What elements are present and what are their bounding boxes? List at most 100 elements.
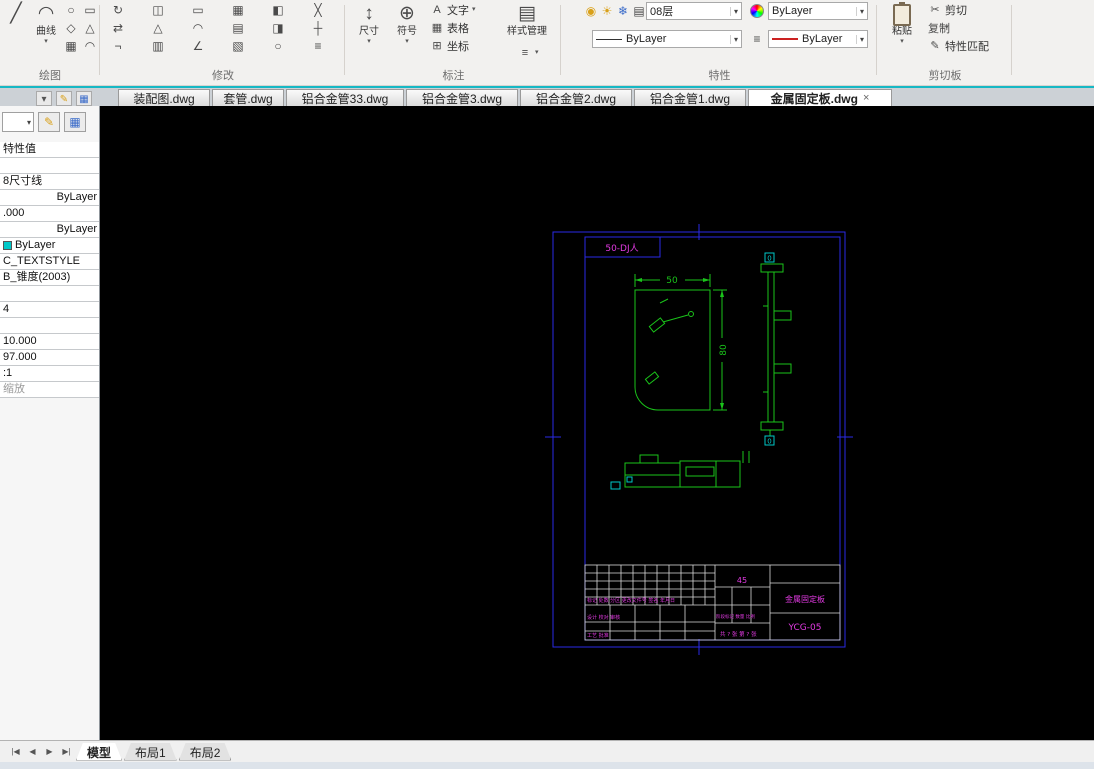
modify-tool-icon[interactable]: ⇄ — [109, 20, 127, 36]
draw-tool-icon[interactable]: ▦ — [62, 38, 80, 54]
layer-combo[interactable]: 08层 ▾ — [646, 2, 742, 20]
modify-tool-icon[interactable]: ▭ — [189, 2, 207, 18]
lineweight-icon[interactable]: ≡ — [748, 31, 766, 47]
curve-label: 曲线 — [36, 26, 56, 37]
lineweight-combo[interactable]: ByLayer ▾ — [768, 30, 868, 48]
doc-tab[interactable]: 铝合金管2.dwg — [520, 89, 632, 107]
doc-tab[interactable]: 铝合金管3.dwg — [406, 89, 518, 107]
property-value: 8尺寸线 — [3, 175, 43, 187]
paste-button[interactable]: 粘贴 ▾ — [884, 2, 920, 62]
line-icon: ╱ — [10, 3, 22, 24]
property-row[interactable]: .000 — [0, 206, 99, 222]
symbol-icon: ⊕ — [399, 3, 415, 24]
match-properties-button[interactable]: ✎ 特性匹配 — [928, 37, 989, 54]
ribbon-section-clipboard: 粘贴 ▾ ✂ 剪切 复制 ▾ ✎ 特性匹配 剪切板 — [878, 0, 1012, 86]
next-tab-button[interactable]: ▶ — [42, 747, 57, 756]
linetype-combo[interactable]: ByLayer ▾ — [592, 30, 742, 48]
property-row[interactable]: 8尺寸线 — [0, 174, 99, 190]
ribbon-section-properties: ◉ ☀ ❄ ▤ 08层 ▾ ByLayer ▾ ByLayer ▾ ≡ ByLa… — [562, 0, 877, 86]
prev-tab-button[interactable]: ◀ — [25, 747, 40, 756]
curve-tool-button[interactable]: ◠ 曲线 ▾ — [32, 2, 60, 62]
property-row[interactable]: 4 — [0, 302, 99, 318]
last-tab-button[interactable]: ▶| — [59, 747, 74, 756]
dim-zero-bottom-text: 0 — [767, 438, 771, 446]
coordinate-tool[interactable]: ⊞ 坐标 — [430, 37, 469, 54]
first-tab-button[interactable]: |◀ — [8, 747, 23, 756]
doc-tab[interactable]: 铝合金管33.dwg — [286, 89, 404, 107]
modify-tool-icon[interactable]: ◨ — [269, 20, 287, 36]
draw-tool-icon[interactable]: △ — [81, 20, 99, 36]
property-row[interactable]: ByLayer — [0, 190, 99, 206]
doc-tab[interactable]: 铝合金管1.dwg — [634, 89, 746, 107]
table-tool[interactable]: ▦ 表格 — [430, 19, 469, 36]
property-row[interactable]: C_TEXTSTYLE — [0, 254, 99, 270]
style-manager-icon: ▤ — [518, 3, 536, 24]
doc-tab-label: 装配图.dwg — [133, 91, 195, 106]
draw-tool-icon[interactable]: ◇ — [62, 20, 80, 36]
modify-tool-icon[interactable]: ▦ — [229, 2, 247, 18]
close-tab-icon[interactable]: × — [863, 92, 869, 104]
sheet-code-label: 50-DJ人 — [605, 243, 638, 254]
color-combo[interactable]: ByLayer ▾ — [768, 2, 868, 20]
property-value: B_锥度(2003) — [3, 271, 71, 283]
property-row[interactable]: B_锥度(2003) — [0, 270, 99, 286]
modify-tool-icon[interactable]: ◠ — [189, 20, 207, 36]
cut-button[interactable]: ✂ 剪切 — [928, 1, 967, 18]
select-objects-button[interactable]: ▦ — [64, 112, 86, 132]
annotate-more-button[interactable]: ≡ ▾ — [518, 44, 539, 61]
drawing-canvas[interactable]: 50-DJ人 50 80 0 0 45 标记 处数 分区 更改文件号 签名 年月… — [100, 106, 1094, 740]
modify-tool-icon[interactable]: ∠ — [189, 38, 207, 54]
quick-select-icon[interactable]: ✎ — [56, 91, 72, 106]
draw-tool-icon[interactable]: ▭ — [81, 2, 99, 18]
doc-tab[interactable]: 装配图.dwg — [118, 89, 210, 107]
property-value: :1 — [3, 367, 13, 379]
draw-tool-icon[interactable]: ◠ — [81, 38, 99, 54]
color-wheel-icon[interactable] — [750, 4, 764, 18]
modify-tool-icon[interactable]: △ — [149, 20, 167, 36]
color-swatch — [3, 241, 12, 250]
modify-tool-icon[interactable]: ▧ — [229, 38, 247, 54]
property-row[interactable]: 特性值 — [0, 142, 99, 158]
tab-layout2[interactable]: 布局2 — [179, 743, 232, 761]
property-row[interactable]: ByLayer — [0, 238, 99, 254]
modify-tool-icon[interactable]: ▤ — [229, 20, 247, 36]
side-view: 0 0 — [760, 252, 792, 446]
property-row[interactable]: 10.000 — [0, 334, 99, 350]
modify-tool-icon[interactable]: ≡ — [309, 38, 327, 54]
toggle-pickadd-button[interactable]: ✎ — [38, 112, 60, 132]
ribbon-section-modify: ↻ ◫ ▭ ▦ ◧ ╳ ⇄ △ ◠ ▤ ◨ ┼ ¬ ▥ ∠ ▧ ○ ≡ 修改 — [101, 0, 345, 86]
modify-tool-icon[interactable]: ┼ — [309, 20, 327, 36]
dimension-button[interactable]: ↕ 尺寸 ▾ — [352, 2, 386, 62]
tab-layout1[interactable]: 布局1 — [124, 743, 177, 761]
doc-tab-active[interactable]: 金属固定板.dwg × — [748, 89, 892, 107]
symbol-button[interactable]: ⊕ 符号 ▾ — [390, 2, 424, 62]
match-properties-label: 特性匹配 — [945, 40, 989, 53]
modify-tool-icon[interactable]: ¬ — [109, 38, 127, 54]
modify-tool-icon[interactable]: ◧ — [269, 2, 287, 18]
chevron-down-icon: ▾ — [900, 38, 904, 45]
palette-menu-button[interactable]: ▾ — [36, 91, 52, 106]
doc-tab-label: 套管.dwg — [223, 91, 273, 106]
titleblock-process-row: 工艺 批准 — [587, 632, 609, 639]
object-type-combo[interactable]: ▾ — [2, 112, 34, 132]
modify-tool-icon[interactable]: ◫ — [149, 2, 167, 18]
copy-button[interactable]: 复制 ▾ — [928, 19, 950, 36]
copy-icon: 复制 — [928, 22, 950, 35]
doc-tab[interactable]: 套管.dwg — [212, 89, 284, 107]
dimension-height: 80 — [713, 289, 729, 411]
select-objects-icon[interactable]: ▦ — [76, 91, 92, 106]
property-row[interactable]: :1 — [0, 366, 99, 382]
draw-tool-icon[interactable]: ○ — [62, 2, 80, 18]
modify-tool-icon[interactable]: ▥ — [149, 38, 167, 54]
tab-model[interactable]: 模型 — [76, 743, 122, 761]
property-row[interactable]: ByLayer — [0, 222, 99, 238]
part-name-text: 金属固定板 — [785, 594, 825, 604]
text-tool[interactable]: A 文字 ▾ — [430, 1, 475, 18]
line-tool-button[interactable]: ╱ — [2, 2, 30, 62]
property-value: 缩放 — [3, 383, 25, 395]
titleblock-stage-row: 阶段标记 数量 比例 — [716, 613, 755, 620]
modify-tool-icon[interactable]: ╳ — [309, 2, 327, 18]
property-row[interactable]: 97.000 — [0, 350, 99, 366]
modify-tool-icon[interactable]: ○ — [269, 38, 287, 54]
modify-tool-icon[interactable]: ↻ — [109, 2, 127, 18]
